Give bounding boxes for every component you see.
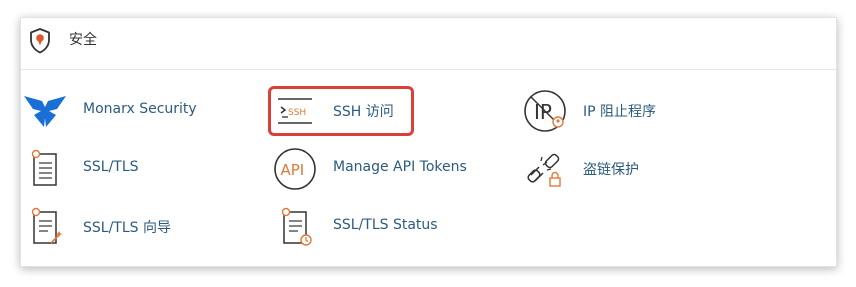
ssl-tls-link[interactable]: SSL/TLS [21,145,221,193]
ssh-terminal-icon: SSH [278,98,312,124]
certificate-wizard-icon [31,207,62,244]
monarx-security-link[interactable]: Monarx Security [21,87,241,135]
ip-blocker-link[interactable]: IP IP 阻止程序 [521,87,721,135]
certificate-icon [31,149,57,186]
monarx-butterfly-icon [24,96,66,127]
broken-link-lock-icon [527,153,561,187]
security-panel: 安全 Monarx Security SSH SSH 访问 IP IP 阻止程序 [20,17,837,267]
ssh-access-link[interactable]: SSH SSH 访问 [271,87,431,135]
item-label: IP 阻止程序 [583,104,657,120]
item-label: SSH 访问 [333,104,394,120]
manage-api-tokens-link[interactable]: API Manage API Tokens [271,145,491,193]
ip-blocker-icon: IP [524,90,566,132]
ssl-tls-wizard-link[interactable]: SSL/TLS 向导 [21,203,221,251]
certificate-status-icon [281,207,312,246]
hotlink-protection-link[interactable]: 盗链保护 [521,145,721,193]
svg-text:API: API [281,161,305,179]
item-label: 盗链保护 [583,162,639,178]
item-label: SSL/TLS [83,159,139,175]
item-label: SSL/TLS Status [333,217,438,233]
svg-text:IP: IP [534,100,552,124]
ssl-tls-status-link[interactable]: SSL/TLS Status [271,203,491,251]
svg-text:SSH: SSH [288,108,306,118]
section-header: 安全 [21,18,836,70]
item-label: SSL/TLS 向导 [83,220,171,236]
item-label: Monarx Security [83,101,197,117]
shield-pin-icon [30,28,50,54]
api-icon: API [274,148,316,190]
item-label: Manage API Tokens [333,159,467,175]
section-title: 安全 [69,32,97,48]
